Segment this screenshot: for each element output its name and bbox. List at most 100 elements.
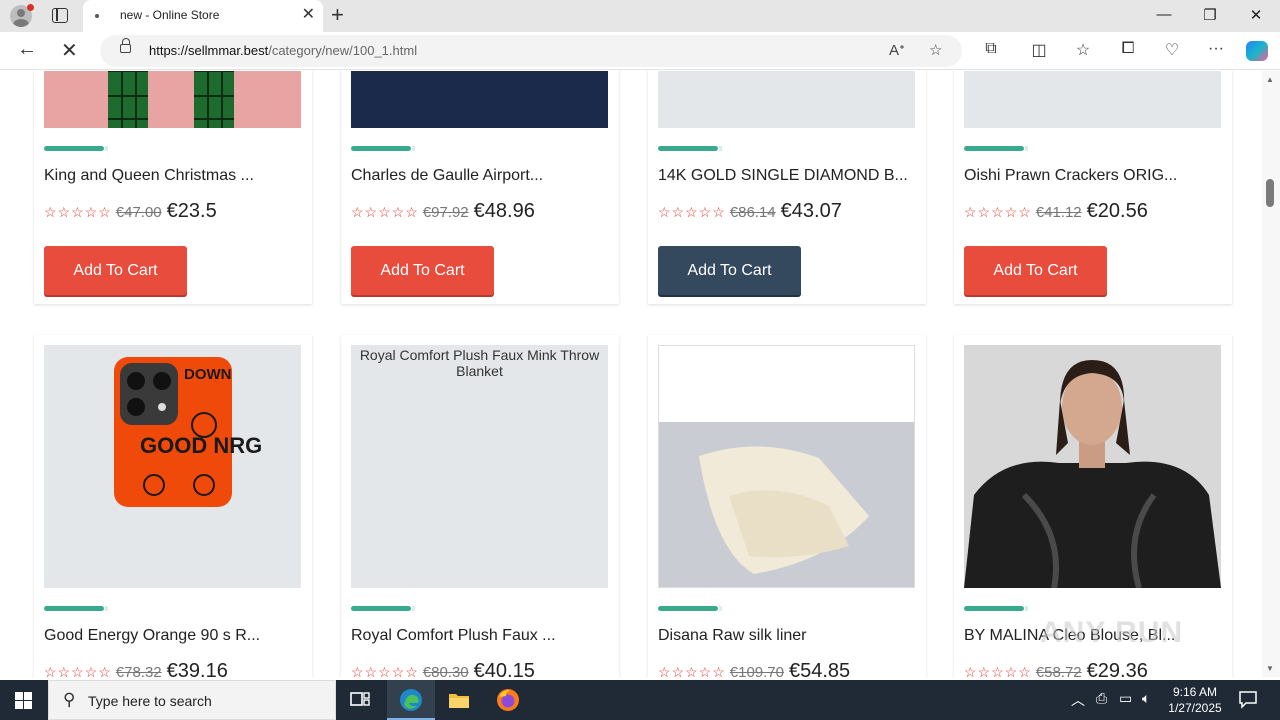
- product-card: Royal Comfort Plush Faux Mink Throw Blan…: [341, 335, 619, 677]
- copilot-icon[interactable]: [1246, 41, 1268, 61]
- product-name[interactable]: Charles de Gaulle Airport...: [351, 167, 543, 185]
- rating-stars-icon: ☆☆☆☆☆: [658, 204, 726, 220]
- back-arrow-icon[interactable]: ←: [17, 38, 37, 61]
- file-explorer-icon[interactable]: [447, 688, 471, 712]
- favorite-star-icon[interactable]: ☆: [929, 41, 942, 59]
- old-price: €47.00: [115, 204, 162, 221]
- price: €43.07: [780, 200, 842, 222]
- price: €23.5: [166, 200, 217, 222]
- tab-close-icon[interactable]: ✕: [302, 6, 315, 24]
- scroll-up-icon[interactable]: ▲: [1266, 75, 1274, 84]
- taskbar-search-box[interactable]: ⚲ Type here to search: [48, 680, 336, 720]
- add-to-cart-button[interactable]: Add To Cart: [964, 246, 1107, 295]
- scroll-down-icon[interactable]: ▼: [1266, 664, 1274, 673]
- old-price: €97.92: [422, 204, 469, 221]
- meet-now-icon[interactable]: ⎙: [1096, 690, 1107, 707]
- product-name[interactable]: Disana Raw silk liner: [658, 627, 807, 645]
- product-name[interactable]: Oishi Prawn Crackers ORIG...: [964, 167, 1177, 185]
- old-price: €80.30: [422, 664, 469, 677]
- page-scrollbar[interactable]: ▲ ▼: [1262, 71, 1280, 677]
- taskbar-clock[interactable]: 9:16 AM 1/27/2025: [1160, 684, 1230, 716]
- price-row: ☆☆☆☆☆ €47.00 €23.5: [44, 200, 217, 223]
- price-row: ☆☆☆☆☆ €109.70 €54.85: [658, 660, 850, 677]
- windows-taskbar: ⚲ Type here to search ︿ ⎙ ▭ 🔈︎ 9:16 AM 1…: [0, 680, 1280, 720]
- product-card: 14K GOLD SINGLE DIAMOND B... ☆☆☆☆☆ €86.14…: [648, 71, 926, 304]
- windows-start-icon[interactable]: [15, 692, 32, 709]
- scrollbar-thumb[interactable]: [1266, 179, 1274, 207]
- old-price: €86.14: [729, 204, 776, 221]
- url-text[interactable]: https://sellmmar.best/category/new/100_1…: [149, 43, 417, 58]
- accent-bar: [658, 146, 722, 151]
- favorites-icon[interactable]: ☆: [1072, 40, 1094, 60]
- old-price: €109.70: [729, 664, 784, 677]
- product-name[interactable]: 14K GOLD SINGLE DIAMOND B...: [658, 167, 908, 185]
- old-price: €41.12: [1035, 204, 1082, 221]
- product-image[interactable]: Royal Comfort Plush Faux Mink Throw Blan…: [351, 345, 608, 588]
- product-image[interactable]: [658, 71, 915, 128]
- image-alt-text: Royal Comfort Plush Faux Mink Throw Blan…: [359, 347, 600, 379]
- minimize-icon[interactable]: —: [1154, 6, 1174, 23]
- notification-dot-icon: [27, 4, 34, 11]
- product-name[interactable]: Royal Comfort Plush Faux ...: [351, 627, 556, 645]
- rating-stars-icon: ☆☆☆☆☆: [964, 664, 1032, 677]
- rating-stars-icon: ☆☆☆☆☆: [351, 204, 419, 220]
- collections-icon[interactable]: ⧠: [1117, 40, 1139, 58]
- lock-icon[interactable]: [120, 38, 131, 53]
- search-icon: ⚲: [63, 690, 76, 709]
- blouse-model-graphic: [964, 360, 1221, 588]
- rating-stars-icon: ☆☆☆☆☆: [658, 664, 726, 677]
- product-image[interactable]: [658, 345, 915, 588]
- read-aloud-icon[interactable]: Aᐩ: [889, 41, 905, 59]
- product-image[interactable]: [44, 71, 301, 128]
- volume-icon[interactable]: 🔈︎: [1142, 690, 1150, 707]
- browser-essentials-icon[interactable]: ♡: [1161, 40, 1183, 60]
- window-close-icon[interactable]: ✕: [1246, 6, 1266, 24]
- clock-date: 1/27/2025: [1168, 701, 1222, 715]
- price-row: ☆☆☆☆☆ €58.72 €29.36: [964, 660, 1148, 677]
- price: €40.15: [473, 660, 535, 677]
- clock-time: 9:16 AM: [1172, 685, 1218, 699]
- accent-bar: [351, 146, 415, 151]
- price-row: ☆☆☆☆☆ €80.30 €40.15: [351, 660, 535, 677]
- price: €39.16: [166, 660, 228, 677]
- price-row: ☆☆☆☆☆ €97.92 €48.96: [351, 200, 535, 223]
- product-image[interactable]: DOWN GOOD NRG: [44, 345, 301, 588]
- edge-browser-icon[interactable]: [399, 688, 423, 712]
- extensions-icon[interactable]: ⧉: [980, 40, 1002, 58]
- firefox-icon[interactable]: [496, 688, 520, 712]
- product-image[interactable]: [964, 71, 1221, 128]
- split-screen-icon[interactable]: ◫: [1028, 40, 1050, 60]
- tab-active[interactable]: new - Online Store ✕: [83, 0, 323, 32]
- notifications-icon[interactable]: [1238, 689, 1258, 709]
- tab-bar: new - Online Store ✕ + — ❐ ✕: [0, 0, 1280, 32]
- accent-bar: [44, 606, 108, 611]
- price: €20.56: [1086, 200, 1148, 222]
- more-menu-icon[interactable]: ···: [1205, 40, 1227, 58]
- product-image[interactable]: [351, 71, 608, 128]
- restore-icon[interactable]: ❐: [1200, 6, 1220, 24]
- add-to-cart-button[interactable]: Add To Cart: [44, 246, 187, 295]
- network-icon[interactable]: ▭: [1119, 690, 1132, 707]
- rating-stars-icon: ☆☆☆☆☆: [44, 664, 112, 677]
- tab-actions-icon[interactable]: [52, 8, 68, 23]
- tab-title: new - Online Store: [120, 8, 220, 22]
- accent-bar: [964, 606, 1028, 611]
- tab-favicon-icon: [95, 14, 99, 18]
- add-to-cart-button[interactable]: Add To Cart: [351, 246, 494, 295]
- search-placeholder: Type here to search: [88, 693, 212, 709]
- price: €48.96: [473, 200, 535, 222]
- product-name[interactable]: Good Energy Orange 90 s R...: [44, 627, 260, 645]
- add-to-cart-button[interactable]: Add To Cart: [658, 246, 801, 295]
- new-tab-button[interactable]: +: [331, 4, 344, 26]
- phone-case-graphic: DOWN GOOD NRG: [114, 357, 262, 507]
- page-content: King and Queen Christmas ... ☆☆☆☆☆ €47.00…: [0, 71, 1262, 677]
- price-row: ☆☆☆☆☆ €41.12 €20.56: [964, 200, 1148, 223]
- old-price: €58.72: [1035, 664, 1082, 677]
- watermark-logo: ANY RUN: [1040, 616, 1184, 649]
- stop-loading-icon[interactable]: ✕: [61, 38, 78, 63]
- product-image[interactable]: [964, 345, 1221, 588]
- tray-overflow-icon[interactable]: ︿: [1071, 690, 1085, 710]
- task-view-icon[interactable]: [348, 688, 372, 712]
- address-bar[interactable]: https://sellmmar.best/category/new/100_1…: [100, 35, 962, 67]
- product-name[interactable]: King and Queen Christmas ...: [44, 167, 254, 185]
